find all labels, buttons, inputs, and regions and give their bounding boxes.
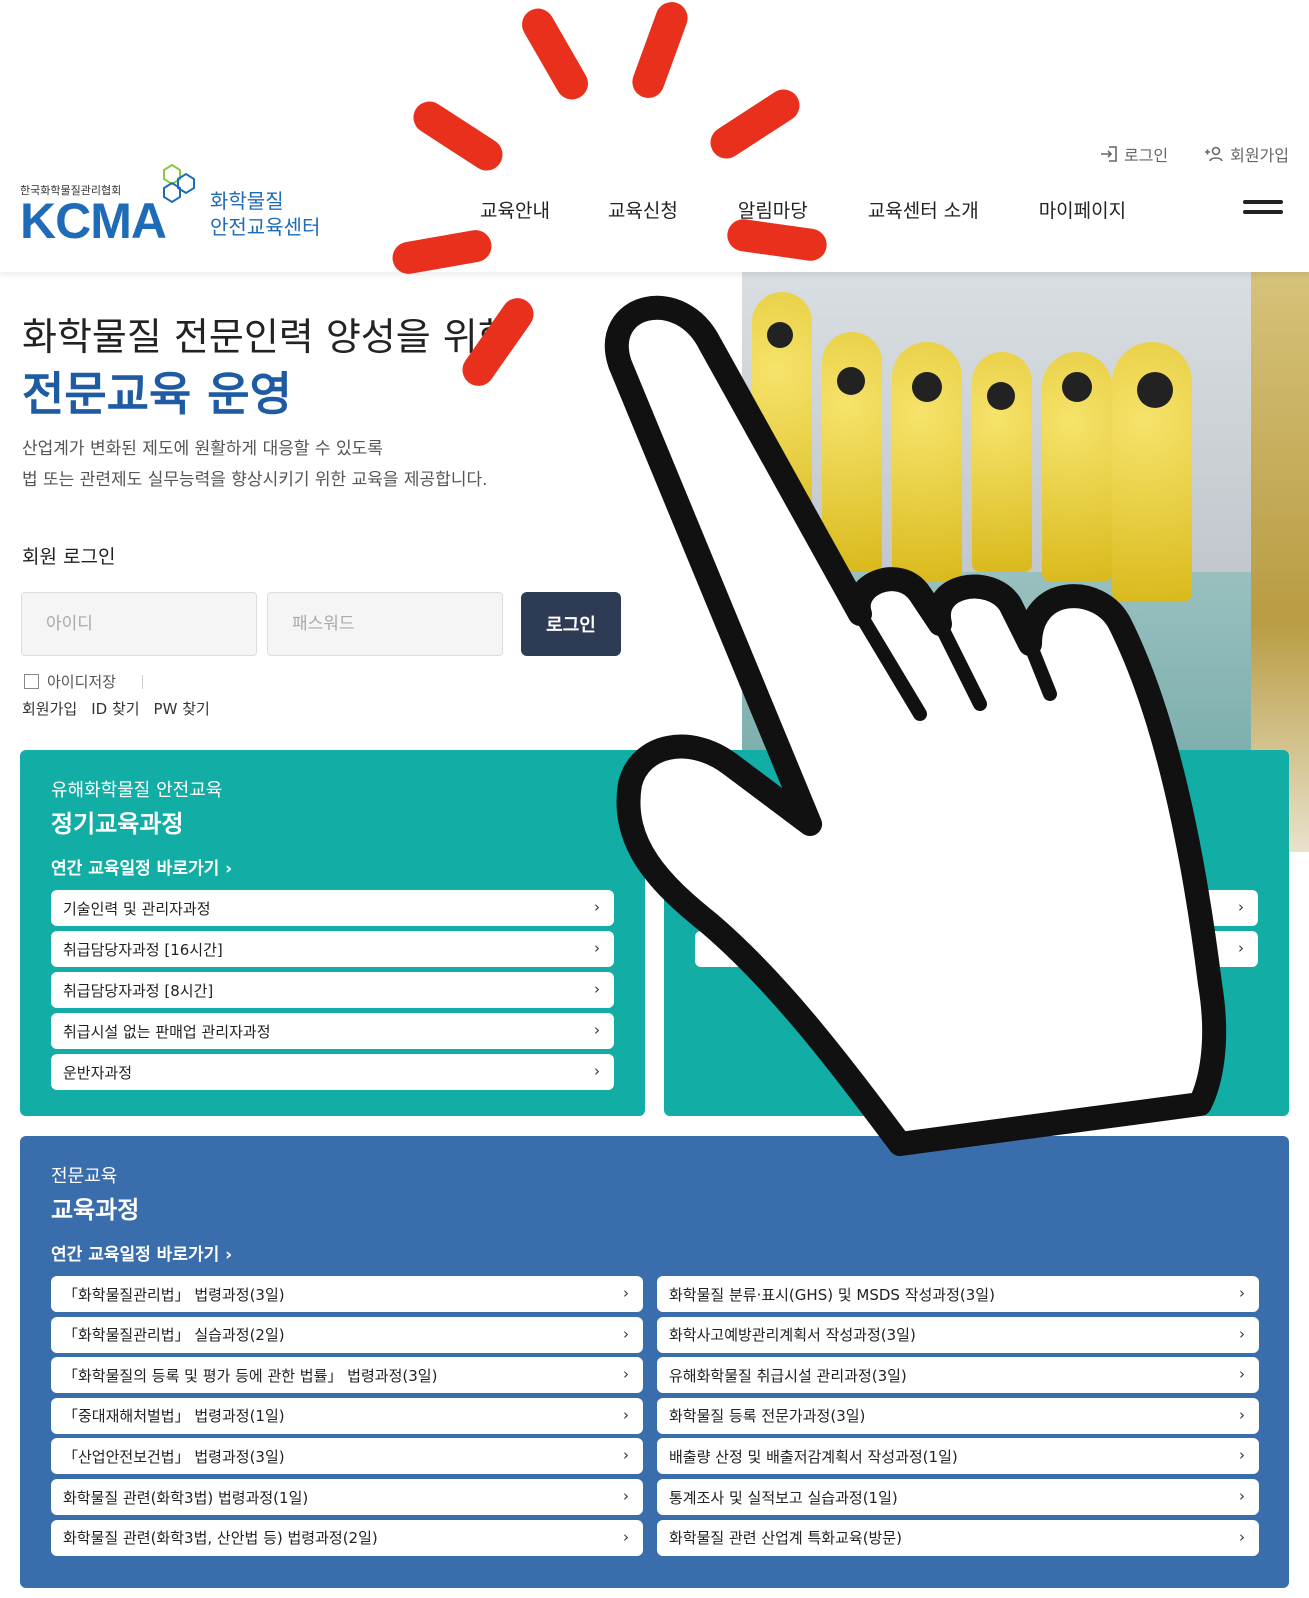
hero-description: 산업계가 변화된 제도에 원활하게 대응할 수 있도록 법 또는 관련제도 실무… (22, 434, 488, 496)
course-item-label: 취급담당자과정 [16시간] (63, 940, 223, 959)
course-item[interactable]: 취급시설 없는 판매업 관리자과정 › (51, 1013, 614, 1049)
course-item-label: 유해화학물질 취급시설 관리과정(3일) (669, 1366, 907, 1385)
course-item-label: 통계조사 및 실적보고 실습과정(1일) (669, 1488, 898, 1507)
course-item-label: 화학물질 분류·표시(GHS) 및 MSDS 작성과정(3일) (669, 1285, 995, 1304)
nav-education-apply[interactable]: 교육신청 (608, 196, 678, 223)
course-item-label: 「산업안전보건법」 법령과정(3일) (63, 1447, 285, 1466)
professional-course-panel: 전문교육 교육과정 연간 교육일정 바로가기 › 「화학물질관리법」 법령과정(… (20, 1136, 1289, 1588)
login-links: 회원가입 ID 찾기 PW 찾기 (22, 698, 210, 719)
chevron-right-icon: › (1239, 1487, 1245, 1505)
join-link-label: 회원가입 (1230, 146, 1289, 165)
logo-center-line1: 화학물질 (210, 189, 284, 213)
regular-course-panel: 유해화학물질 안전교육 정기교육과정 연간 교육일정 바로가기 › 기술인력 및… (20, 750, 645, 1116)
nav-education-info[interactable]: 교육안내 (480, 196, 550, 223)
join-member-link[interactable]: 회원가입 (22, 698, 77, 719)
course-item-label: 운반자과정 (63, 1063, 133, 1082)
pointing-hand-icon (604, 295, 1227, 1156)
hero-desc-line2: 법 또는 관련제도 실무능력을 향상시키기 위한 교육을 제공합니다. (22, 470, 488, 490)
course-item-label: 「화학물질관리법」 실습과정(2일) (63, 1326, 285, 1345)
chevron-right-icon: › (1239, 1527, 1245, 1546)
course-item[interactable]: 「산업안전보건법」 법령과정(3일) › (51, 1438, 643, 1475)
site-logo[interactable]: 한국화학물질관리협회 KCMA 화학물질 안전교육센터 (20, 160, 350, 250)
course-item-label: 「화학물질관리법」 법령과정(3일) (63, 1285, 285, 1304)
logo-brand: KCMA (20, 192, 167, 250)
course-item-label: 화학물질 관련(화학3법) 법령과정(1일) (63, 1488, 309, 1507)
course-item-label: 화학물질 등록 전문가과정(3일) (669, 1407, 866, 1426)
regular-schedule-link-label: 연간 교육일정 바로가기 (51, 859, 220, 879)
regular-schedule-link[interactable]: 연간 교육일정 바로가기 › (51, 854, 232, 879)
chevron-right-icon: › (1239, 1405, 1245, 1424)
course-item[interactable]: 화학사고예방관리계획서 작성과정(3일) › (657, 1316, 1259, 1353)
course-item[interactable]: 「화학물질관리법」 법령과정(3일) › (51, 1276, 643, 1312)
course-item[interactable]: 화학물질 등록 전문가과정(3일) › (657, 1397, 1259, 1434)
chevron-right-icon: › (623, 1527, 629, 1546)
course-item-label: 화학물질 관련 산업계 특화교육(방문) (669, 1529, 903, 1548)
course-item[interactable]: 「화학물질관리법」 실습과정(2일) › (51, 1316, 643, 1353)
course-item[interactable]: 배출량 산정 및 배출저감계획서 작성과정(1일) › (657, 1438, 1259, 1475)
course-item-label: 화학물질 관련(화학3법, 산안법 등) 법령과정(2일) (63, 1529, 378, 1548)
chevron-right-icon: › (1239, 1365, 1245, 1384)
join-icon (1205, 146, 1223, 162)
chevron-right-icon: › (623, 1446, 629, 1465)
chevron-right-icon: › (225, 1245, 233, 1265)
save-id-label: 아이디저장 (47, 673, 117, 691)
course-item[interactable]: 화학물질 분류·표시(GHS) 및 MSDS 작성과정(3일) › (657, 1276, 1259, 1312)
course-item[interactable]: 「화학물질의 등록 및 평가 등에 관한 법률」 법령과정(3일) › (51, 1357, 643, 1394)
hero-title-line1: 화학물질 전문인력 양성을 위한 (22, 315, 513, 359)
chevron-right-icon: › (623, 1324, 629, 1343)
chevron-right-icon: › (623, 1365, 629, 1384)
id-input[interactable] (21, 592, 257, 656)
chevron-right-icon: › (623, 1487, 629, 1505)
hamburger-menu-icon[interactable] (1243, 200, 1283, 218)
course-item-label: 「중대재해처벌법」 법령과정(1일) (63, 1407, 285, 1426)
find-id-link[interactable]: ID 찾기 (91, 698, 139, 719)
course-item-label: 취급시설 없는 판매업 관리자과정 (63, 1022, 271, 1041)
course-item[interactable]: 취급담당자과정 [16시간] › (51, 931, 614, 967)
course-item[interactable]: 화학물질 관련(화학3법, 산안법 등) 법령과정(2일) › (51, 1519, 643, 1556)
utility-menu: 로그인 회원가입 (1100, 142, 1289, 166)
regular-panel-subtitle: 유해화학물질 안전교육 (51, 780, 223, 801)
professional-schedule-link-label: 연간 교육일정 바로가기 (51, 1245, 220, 1265)
login-title: 회원 로그인 (22, 546, 116, 568)
login-link-label: 로그인 (1123, 146, 1169, 165)
course-item[interactable]: 취급담당자과정 [8시간] › (51, 972, 614, 1008)
find-pw-link[interactable]: PW 찾기 (154, 698, 210, 719)
nav-mypage[interactable]: 마이페이지 (1039, 196, 1126, 223)
nav-center-intro[interactable]: 교육센터 소개 (868, 196, 979, 223)
course-item[interactable]: 화학물질 관련 산업계 특화교육(방문) › (657, 1519, 1259, 1556)
chevron-right-icon: › (623, 1284, 629, 1302)
login-link[interactable]: 로그인 (1100, 142, 1168, 166)
password-input[interactable] (267, 592, 503, 656)
logo-center-name: 화학물질 안전교육센터 (210, 188, 320, 240)
course-item[interactable]: 통계조사 및 실적보고 실습과정(1일) › (657, 1479, 1259, 1515)
chevron-right-icon: › (1239, 1446, 1245, 1465)
course-item[interactable]: 화학물질 관련(화학3법) 법령과정(1일) › (51, 1479, 643, 1515)
professional-schedule-link[interactable]: 연간 교육일정 바로가기 › (51, 1240, 232, 1265)
course-item[interactable]: 운반자과정 › (51, 1054, 614, 1090)
logo-center-line2: 안전교육센터 (210, 215, 321, 239)
main-navigation: 교육안내 교육신청 알림마당 교육센터 소개 마이페이지 (480, 196, 1186, 223)
course-item-label: 「화학물질의 등록 및 평가 등에 관한 법률」 법령과정(3일) (63, 1366, 438, 1385)
course-item-label: 화학사고예방관리계획서 작성과정(3일) (669, 1326, 916, 1345)
chevron-right-icon: › (623, 1405, 629, 1424)
professional-panel-title: 교육과정 (51, 1196, 140, 1224)
save-id-option[interactable]: 아이디저장 (24, 671, 144, 692)
chevron-right-icon: › (1239, 1284, 1245, 1302)
hero-desc-line1: 산업계가 변화된 제도에 원활하게 대응할 수 있도록 (22, 439, 383, 459)
regular-panel-title: 정기교육과정 (51, 810, 184, 838)
hero-title-line2: 전문교육 운영 (22, 367, 292, 421)
course-item-label: 배출량 산정 및 배출저감계획서 작성과정(1일) (669, 1447, 958, 1466)
course-item[interactable]: 유해화학물질 취급시설 관리과정(3일) › (657, 1357, 1259, 1394)
save-id-checkbox[interactable] (24, 674, 39, 689)
chevron-right-icon: › (1239, 1324, 1245, 1343)
professional-panel-subtitle: 전문교육 (51, 1166, 118, 1187)
login-icon (1100, 146, 1117, 162)
course-item-label: 취급담당자과정 [8시간] (63, 981, 214, 1000)
course-item[interactable]: 「중대재해처벌법」 법령과정(1일) › (51, 1397, 643, 1434)
chevron-right-icon: › (225, 859, 233, 879)
join-link[interactable]: 회원가입 (1204, 142, 1289, 166)
logo-brand-text: KCMA (20, 193, 167, 249)
course-item[interactable]: 기술인력 및 관리자과정 › (51, 890, 614, 926)
course-item-label: 기술인력 및 관리자과정 (63, 899, 211, 918)
